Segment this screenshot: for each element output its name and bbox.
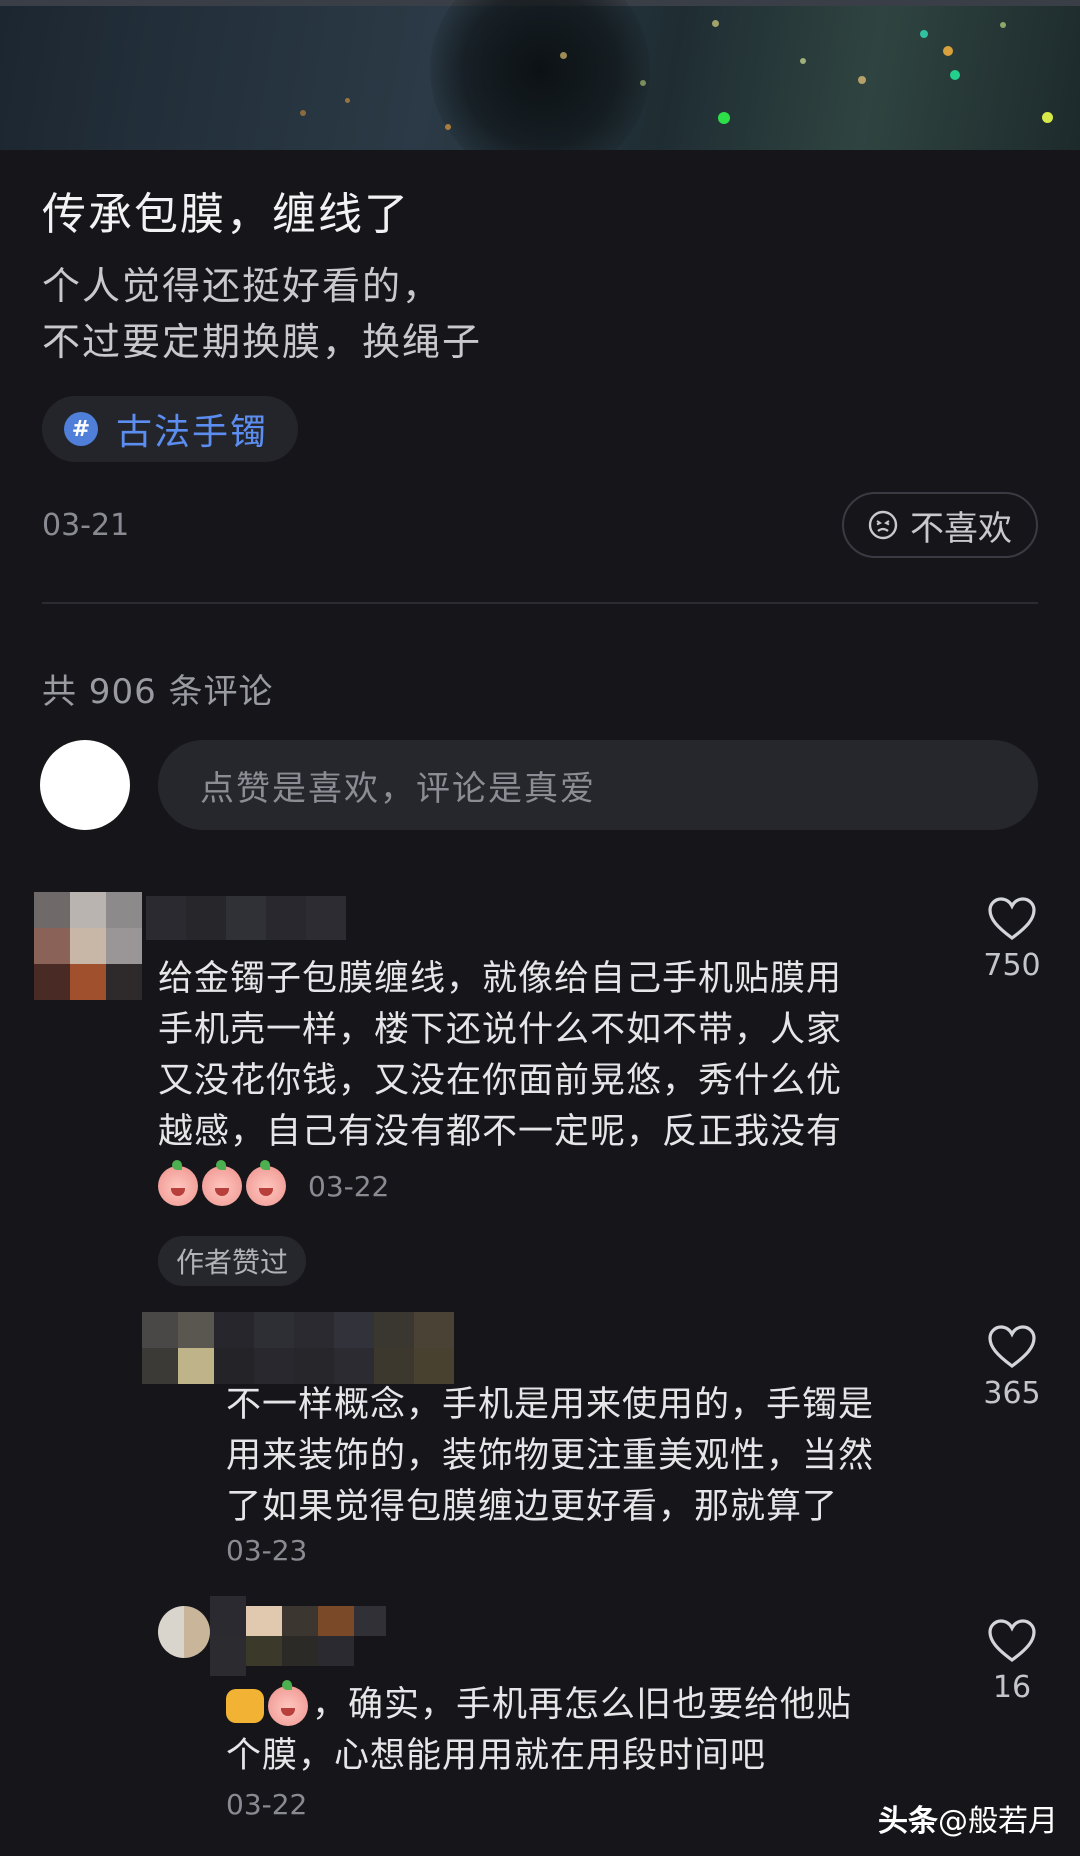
heart-icon	[988, 1325, 1036, 1368]
like-button[interactable]: 750	[972, 896, 1052, 983]
cover-sparkle	[800, 58, 806, 64]
comment-count: 共 906 条评论	[42, 672, 274, 712]
like-count: 16	[992, 1670, 1032, 1705]
post-body-line: 个人觉得还挺好看的，	[42, 264, 443, 308]
cover-sparkle	[943, 46, 953, 56]
replier-name-redacted	[176, 1596, 386, 1676]
cover-sparkle	[920, 30, 928, 38]
comment-line: 又没花你钱，又没在你面前晃悠，秀什么优	[158, 1061, 843, 1101]
cover-sparkle	[712, 20, 719, 27]
cover-shadow	[430, 0, 650, 150]
cover-sparkle	[345, 98, 350, 103]
comment-line: 给金镯子包膜缠线，就像给自己手机贴膜用	[158, 959, 843, 999]
comment-line: 手机壳一样，楼下还说什么不如不带，人家	[158, 1010, 843, 1050]
cover-sparkle	[445, 124, 451, 130]
cover-sparkle	[718, 112, 730, 124]
reply-line: 用来装饰的，装饰物更注重美观性，当然	[226, 1436, 875, 1476]
cover-sparkle	[950, 70, 960, 80]
like-button[interactable]: 365	[972, 1324, 1052, 1411]
commenter-name-redacted	[146, 896, 346, 940]
cover-sparkle	[300, 110, 306, 116]
heart-icon	[988, 897, 1036, 940]
post-body: 个人觉得还挺好看的， 不过要定期换膜，换绳子	[42, 258, 482, 370]
reply-line-with-emoji: ，确实，手机再怎么旧也要给他贴	[226, 1679, 853, 1731]
post-date: 03-21	[42, 508, 130, 543]
reply-line: 了如果觉得包膜缠边更好看，那就算了	[226, 1487, 839, 1527]
reply-line: 不一样概念，手机是用来使用的，手镯是	[226, 1385, 875, 1425]
reply-line: 个膜，心想能用用就在用段时间吧	[226, 1736, 767, 1776]
dislike-button[interactable]: 不喜欢	[842, 492, 1038, 558]
cover-sparkle	[1000, 22, 1006, 28]
reply-text: ，确实，手机再怎么旧也要给他贴 个膜，心想能用用就在用段时间吧	[226, 1679, 853, 1782]
replier-name-redacted	[214, 1312, 454, 1384]
cover-sparkle	[560, 52, 567, 59]
hashtag-icon: #	[64, 412, 98, 446]
cover-sparkle	[640, 80, 646, 86]
watermark-brand: 头条	[878, 1804, 938, 1839]
cover-sparkle	[858, 76, 866, 84]
frown-face-icon	[868, 510, 898, 540]
comment-text: 给金镯子包膜缠线，就像给自己手机贴膜用 手机壳一样，楼下还说什么不如不带，人家 …	[158, 954, 842, 1158]
comment-input[interactable]: 点赞是喜欢，评论是真爱	[158, 740, 1038, 830]
source-watermark: 头条@般若月	[878, 1796, 1058, 1840]
heart-icon	[988, 1619, 1036, 1662]
peach-face-emoji-icon	[246, 1160, 286, 1206]
reply-text: 不一样概念，手机是用来使用的，手镯是 用来装饰的，装饰物更注重美观性，当然 了如…	[226, 1380, 874, 1533]
comment-date: 03-22	[308, 1169, 390, 1203]
my-avatar[interactable]	[40, 740, 130, 830]
post-title: 传承包膜，缠线了	[42, 189, 410, 240]
comment-input-placeholder: 点赞是喜欢，评论是真爱	[200, 768, 596, 809]
peach-face-emoji-icon	[158, 1160, 198, 1206]
reply-date: 03-22	[226, 1788, 308, 1821]
like-button[interactable]: 16	[972, 1618, 1052, 1705]
reply-line: ，确实，手机再怎么旧也要给他贴	[312, 1685, 853, 1725]
comment-line: 越感，自己有没有都不一定呢，反正我没有	[158, 1112, 843, 1152]
replier-avatar[interactable]	[142, 1312, 214, 1384]
like-count: 365	[983, 1376, 1041, 1411]
section-divider	[42, 602, 1038, 604]
commenter-avatar[interactable]	[34, 892, 142, 1000]
topic-tag-label: 古法手镯	[116, 412, 269, 453]
comment-meta: 03-22	[158, 1160, 390, 1208]
reply-date: 03-23	[226, 1534, 308, 1567]
like-count: 750	[983, 948, 1041, 983]
cover-sparkle	[1042, 112, 1053, 123]
post-body-line: 不过要定期换膜，换绳子	[42, 320, 483, 364]
fist-emoji-icon	[226, 1688, 264, 1723]
post-cover-image[interactable]	[0, 0, 1080, 150]
peach-face-emoji-icon	[268, 1679, 308, 1726]
watermark-handle: @般若月	[938, 1804, 1058, 1839]
dislike-label: 不喜欢	[910, 508, 1012, 549]
topic-tag[interactable]: # 古法手镯	[42, 396, 299, 462]
author-liked-badge: 作者赞过	[158, 1236, 307, 1286]
peach-face-emoji-icon	[202, 1160, 242, 1206]
